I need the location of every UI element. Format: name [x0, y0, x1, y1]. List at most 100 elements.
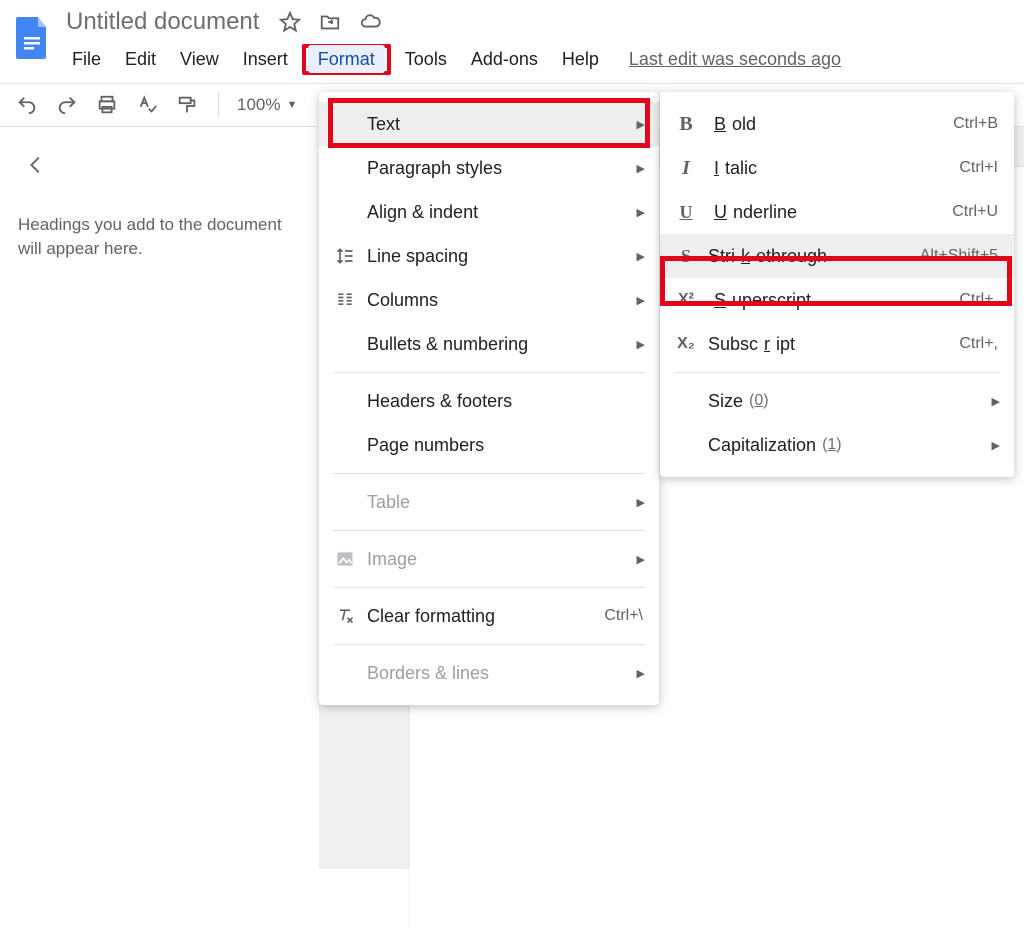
- blank-icon: [674, 389, 698, 413]
- format-menu-clear-formatting[interactable]: Clear formatting Ctrl+\: [319, 594, 659, 638]
- menu-shortcut: Ctrl+I: [959, 159, 998, 177]
- paint-format-icon[interactable]: [174, 92, 200, 118]
- format-menu-text[interactable]: Text ▶: [319, 102, 659, 146]
- superscript-icon: X²: [674, 288, 698, 312]
- submenu-arrow-icon: ▶: [992, 395, 1000, 408]
- blank-icon: [674, 433, 698, 457]
- menu-shortcut: Ctrl+B: [953, 115, 998, 133]
- menu-label: Italic: [708, 158, 949, 179]
- menu-shortcut: Alt+Shift+5: [920, 247, 998, 265]
- blank-icon: [333, 156, 357, 180]
- format-menu-borders-lines: Borders & lines ▶: [319, 651, 659, 695]
- menu-label: Borders & lines: [367, 663, 643, 684]
- menu-label: Clear formatting: [367, 606, 594, 627]
- menu-label: Underline: [708, 202, 942, 223]
- text-menu-superscript[interactable]: X² Superscript Ctrl+.: [660, 278, 1014, 322]
- submenu-arrow-icon: ▶: [637, 496, 645, 509]
- image-icon: [333, 547, 357, 571]
- outline-panel: Headings you add to the document will ap…: [0, 127, 320, 869]
- menu-label: Bullets & numbering: [367, 334, 643, 355]
- print-icon[interactable]: [94, 92, 120, 118]
- text-menu-size[interactable]: Size (0) ▶: [660, 379, 1014, 423]
- text-menu-italic[interactable]: I Italic Ctrl+I: [660, 146, 1014, 190]
- menubar-insert[interactable]: Insert: [233, 45, 298, 74]
- format-menu-image: Image ▶: [319, 537, 659, 581]
- menu-label: Page numbers: [367, 435, 643, 456]
- menu-separator: [333, 530, 645, 531]
- blank-icon: [333, 332, 357, 356]
- spellcheck-icon[interactable]: [134, 92, 160, 118]
- redo-icon[interactable]: [54, 92, 80, 118]
- format-menu-bullets-numbering[interactable]: Bullets & numbering ▶: [319, 322, 659, 366]
- docs-logo-icon[interactable]: [12, 12, 52, 64]
- columns-icon: [333, 288, 357, 312]
- menu-shortcut: Ctrl+.: [959, 291, 998, 309]
- text-menu-bold[interactable]: B Bold Ctrl+B: [660, 102, 1014, 146]
- format-menu-align-indent[interactable]: Align & indent ▶: [319, 190, 659, 234]
- menu-label: Size (0): [708, 391, 998, 412]
- clear-format-icon: [333, 604, 357, 628]
- toolbar-separator: [218, 92, 219, 118]
- move-folder-icon[interactable]: [317, 9, 343, 35]
- text-menu-underline[interactable]: U Underline Ctrl+U: [660, 190, 1014, 234]
- cloud-status-icon[interactable]: [357, 9, 383, 35]
- menu-label: Paragraph styles: [367, 158, 643, 179]
- blank-icon: [333, 112, 357, 136]
- last-edit-link[interactable]: Last edit was seconds ago: [629, 49, 841, 70]
- menu-label: Superscript: [708, 290, 949, 311]
- subscript-icon: X₂: [674, 332, 698, 356]
- menubar-view[interactable]: View: [170, 45, 229, 74]
- menu-label: Line spacing: [367, 246, 643, 267]
- format-menu-paragraph-styles[interactable]: Paragraph styles ▶: [319, 146, 659, 190]
- menu-label: Capitalization (1): [708, 435, 998, 456]
- menu-label: Headers & footers: [367, 391, 643, 412]
- menubar-addons[interactable]: Add-ons: [461, 45, 548, 74]
- menu-label: Columns: [367, 290, 643, 311]
- format-menu-page-numbers[interactable]: Page numbers: [319, 423, 659, 467]
- bold-icon: B: [674, 112, 698, 136]
- menu-shortcut: Ctrl+U: [952, 203, 998, 221]
- menu-shortcut: Ctrl+,: [959, 335, 998, 353]
- format-menu-line-spacing[interactable]: Line spacing ▶: [319, 234, 659, 278]
- menubar-tools[interactable]: Tools: [395, 45, 457, 74]
- menu-separator: [674, 372, 1000, 373]
- menubar-format-highlight: Format: [302, 44, 391, 75]
- chevron-down-icon: ▼: [286, 99, 297, 111]
- submenu-arrow-icon: ▶: [637, 667, 645, 680]
- document-title[interactable]: Untitled document: [62, 6, 263, 38]
- text-submenu: B Bold Ctrl+B I Italic Ctrl+I U Underlin…: [660, 92, 1014, 477]
- submenu-arrow-icon: ▶: [637, 553, 645, 566]
- blank-icon: [333, 661, 357, 685]
- format-menu-columns[interactable]: Columns ▶: [319, 278, 659, 322]
- menu-label: Strikethrough: [708, 246, 910, 267]
- menu-separator: [333, 372, 645, 373]
- submenu-arrow-icon: ▶: [992, 439, 1000, 452]
- format-menu-headers-footers[interactable]: Headers & footers: [319, 379, 659, 423]
- menu-label: Table: [367, 492, 643, 513]
- underline-icon: U: [674, 200, 698, 224]
- italic-icon: I: [674, 156, 698, 180]
- menu-label: Subscript: [708, 334, 949, 355]
- text-menu-strikethrough[interactable]: S Strikethrough Alt+Shift+5: [660, 234, 1014, 278]
- submenu-arrow-icon: ▶: [637, 250, 645, 263]
- outline-empty-hint: Headings you add to the document will ap…: [18, 213, 301, 261]
- menubar-edit[interactable]: Edit: [115, 45, 166, 74]
- menu-separator: [333, 587, 645, 588]
- menubar-format[interactable]: Format: [308, 45, 385, 73]
- app-header: Untitled document File Edit View Insert …: [0, 0, 1024, 84]
- text-menu-subscript[interactable]: X₂ Subscript Ctrl+,: [660, 322, 1014, 366]
- menu-label: Align & indent: [367, 202, 643, 223]
- format-menu: Text ▶ Paragraph styles ▶ Align & indent…: [319, 92, 659, 705]
- undo-icon[interactable]: [14, 92, 40, 118]
- menubar-help[interactable]: Help: [552, 45, 609, 74]
- menubar-file[interactable]: File: [62, 45, 111, 74]
- outline-back-icon[interactable]: [18, 147, 54, 183]
- text-menu-capitalization[interactable]: Capitalization (1) ▶: [660, 423, 1014, 467]
- submenu-arrow-icon: ▶: [637, 338, 645, 351]
- menu-label: Bold: [708, 114, 943, 135]
- menu-label: Image: [367, 549, 643, 570]
- star-icon[interactable]: [277, 9, 303, 35]
- zoom-select[interactable]: 100% ▼: [237, 95, 297, 115]
- blank-icon: [333, 389, 357, 413]
- menu-separator: [333, 473, 645, 474]
